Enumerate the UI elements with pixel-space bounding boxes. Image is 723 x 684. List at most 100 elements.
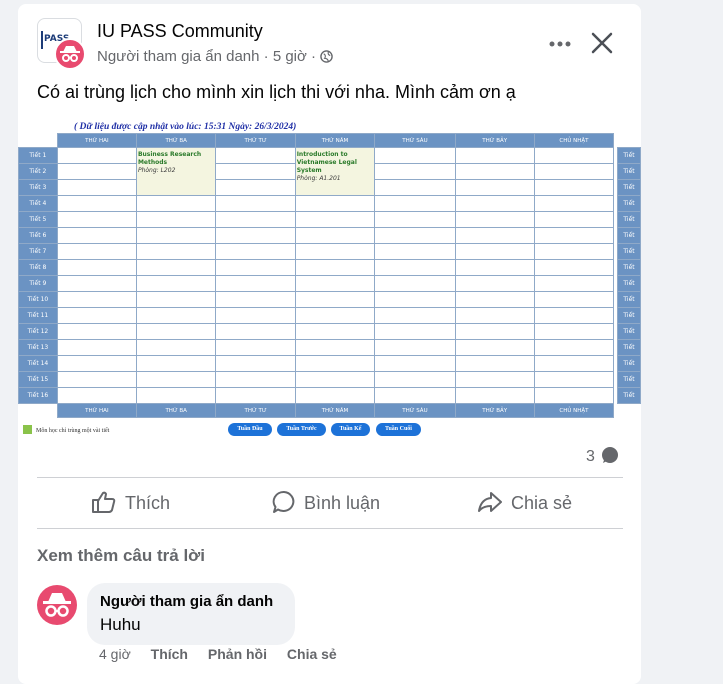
schedule-cell <box>135 275 217 292</box>
like-label: Thích <box>125 493 171 513</box>
globe-icon <box>320 50 333 67</box>
period-label: Tiết 5 <box>18 211 58 228</box>
schedule-cell <box>374 259 456 276</box>
anonymous-icon <box>54 38 86 70</box>
schedule-cell <box>374 163 456 180</box>
more-icon[interactable] <box>546 32 574 56</box>
schedule-cell <box>294 227 376 244</box>
schedule-cell <box>215 371 296 388</box>
schedule-cell <box>56 291 137 308</box>
schedule-cell <box>533 291 615 308</box>
see-more-replies-link[interactable]: Xem thêm câu trả lời <box>37 546 205 566</box>
period-row: Tiết 9 Tiết <box>18 275 641 292</box>
schedule-cell <box>215 163 296 180</box>
period-label: Tiết 8 <box>18 259 58 276</box>
period-label: Tiết 9 <box>18 275 58 292</box>
period-label-right: Tiết <box>617 163 641 180</box>
day-header: CHỦ NHẬT <box>533 133 615 148</box>
schedule-cell <box>294 275 376 292</box>
close-icon[interactable] <box>587 28 617 58</box>
share-label: Chia sẻ <box>511 493 573 513</box>
schedule-cell <box>533 339 615 356</box>
period-label-right: Tiết <box>617 371 641 388</box>
period-label: Tiết 11 <box>18 307 58 324</box>
comment-button[interactable]: Bình luận <box>272 490 380 524</box>
schedule-cell <box>454 227 535 244</box>
schedule-cell <box>215 259 296 276</box>
schedule-cell <box>374 323 456 340</box>
avatar[interactable] <box>37 585 77 625</box>
schedule-cell <box>135 355 217 372</box>
nav-prev-week-button[interactable]: Tuần Trước <box>277 423 326 436</box>
period-label: Tiết 10 <box>18 291 58 308</box>
schedule-cell <box>56 211 137 228</box>
period-row: Tiết 14 Tiết <box>18 355 641 372</box>
schedule-cell <box>294 291 376 308</box>
legend-text: Môn học chỉ trùng một vài tiết <box>36 428 110 434</box>
schedule-cell <box>533 355 615 372</box>
group-name[interactable]: IU PASS Community <box>97 21 263 42</box>
period-label: Tiết 14 <box>18 355 58 372</box>
day-header: THỨ BA <box>135 133 217 148</box>
like-button[interactable]: Thích <box>91 490 170 524</box>
schedule-cell <box>533 243 615 260</box>
schedule-cell <box>56 339 137 356</box>
post-time[interactable]: 5 giờ <box>273 48 307 65</box>
post-author: Người tham gia ẩn danh <box>97 48 260 65</box>
post-text: Có ai trùng lịch cho mình xin lịch thi v… <box>37 82 516 102</box>
legend-swatch <box>23 425 32 434</box>
schedule-cell <box>56 307 137 324</box>
period-label-right: Tiết <box>617 387 641 404</box>
period-label: Tiết 1 <box>18 147 58 164</box>
schedule-cell <box>56 195 137 212</box>
course-cell[interactable]: Business Research Methods Phòng: L202 <box>135 147 217 196</box>
divider <box>37 528 623 529</box>
period-row: Tiết 16 Tiết <box>18 387 641 404</box>
schedule-cell <box>374 307 456 324</box>
comment-bubble: Người tham gia ẩn danh Huhu <box>87 583 295 645</box>
schedule-cell <box>294 355 376 372</box>
day-header: THỨ BẢY <box>454 133 535 148</box>
schedule-cell <box>533 307 615 324</box>
divider <box>37 477 623 478</box>
period-label: Tiết 3 <box>18 179 58 196</box>
course-cell[interactable]: Introduction to Vietnamese Legal System P… <box>294 147 376 196</box>
schedule-cell <box>533 227 615 244</box>
course-room: Phòng: A1.201 <box>296 175 341 182</box>
comment-icon <box>272 490 304 513</box>
period-label: Tiết 15 <box>18 371 58 388</box>
period-row: Tiết 11 Tiết <box>18 307 641 324</box>
nav-first-week-button[interactable]: Tuần Đầu <box>228 423 272 436</box>
schedule-cell <box>294 259 376 276</box>
period-row: Tiết 7 Tiết <box>18 243 641 260</box>
schedule-cell <box>454 211 535 228</box>
schedule-cell <box>294 387 376 404</box>
schedule-cell <box>454 355 535 372</box>
nav-next-week-button[interactable]: Tuần Kế <box>331 423 370 436</box>
schedule-cell <box>56 387 137 404</box>
schedule-cell <box>215 291 296 308</box>
schedule-cell <box>454 323 535 340</box>
schedule-cell <box>454 259 535 276</box>
nav-last-week-button[interactable]: Tuần Cuối <box>376 423 421 436</box>
schedule-cell <box>215 339 296 356</box>
schedule-cell <box>56 243 137 260</box>
period-label-right: Tiết <box>617 195 641 212</box>
period-row: Tiết 6 Tiết <box>18 227 641 244</box>
schedule-cell <box>533 323 615 340</box>
schedule-cell <box>374 195 456 212</box>
day-header: CHỦ NHẬT <box>533 403 615 418</box>
period-label: Tiết 4 <box>18 195 58 212</box>
schedule-image[interactable]: ( Dữ liệu được cập nhật vào lúc: 15:31 N… <box>18 121 641 437</box>
schedule-cell <box>294 243 376 260</box>
comment-count[interactable]: 3 <box>586 446 619 469</box>
schedule-cell <box>294 371 376 388</box>
schedule-cell <box>374 355 456 372</box>
schedule-cell <box>294 195 376 212</box>
schedule-cell <box>374 179 456 196</box>
share-button[interactable]: Chia sẻ <box>477 490 572 524</box>
schedule-cell <box>454 179 535 196</box>
period-label-right: Tiết <box>617 307 641 324</box>
schedule-cell <box>294 307 376 324</box>
comment-author[interactable]: Người tham gia ẩn danh <box>100 593 273 610</box>
